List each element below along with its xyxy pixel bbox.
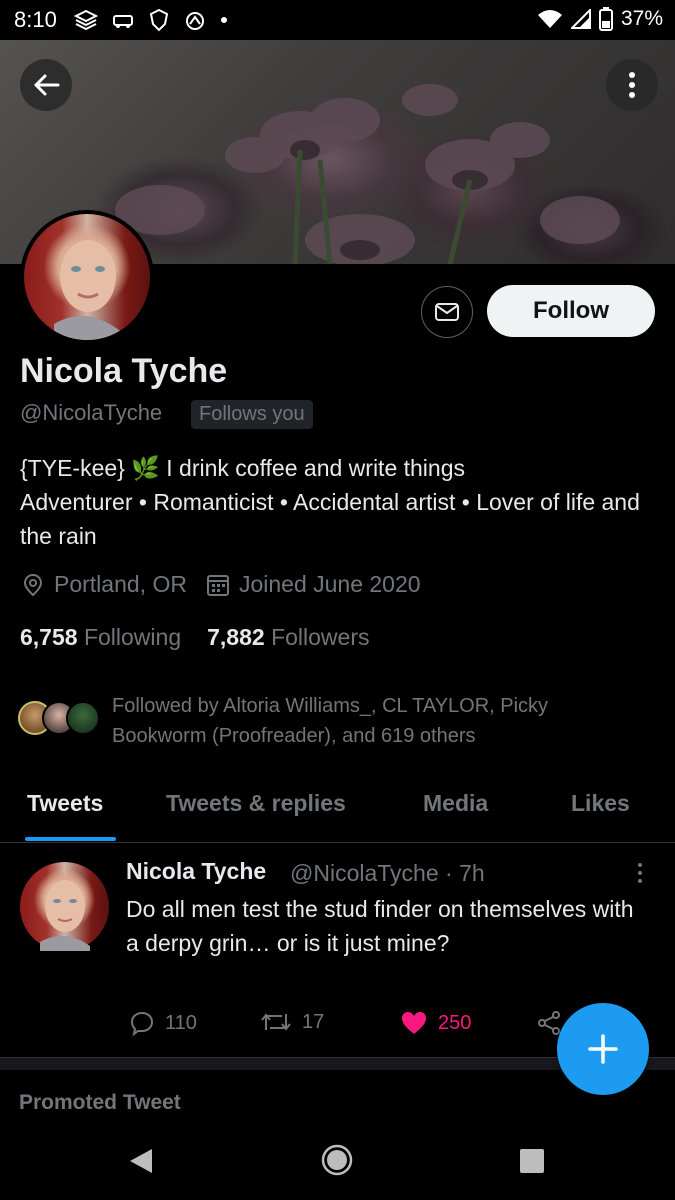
status-bar: 8:10 37% xyxy=(0,0,675,40)
location-text: Portland, OR xyxy=(54,571,187,597)
app-icon xyxy=(186,12,204,30)
tab-tweets-replies[interactable]: Tweets & replies xyxy=(166,790,346,817)
followed-by-avatars[interactable] xyxy=(18,701,102,741)
nav-back-icon[interactable] xyxy=(128,1147,154,1175)
signal-icon xyxy=(570,9,591,29)
car-icon xyxy=(113,15,133,28)
follow-button[interactable]: Follow xyxy=(487,285,655,337)
follows-you-badge: Follows you xyxy=(191,400,313,429)
followers-count: 7,882 xyxy=(207,624,265,650)
tweet-author-name: Nicola Tyche xyxy=(126,858,267,884)
tweet-text: Do all men test the stud finder on thems… xyxy=(126,896,634,956)
like-button[interactable]: 250 xyxy=(400,1010,471,1036)
bio-line-2: Adventurer • Romanticist • Accidental ar… xyxy=(20,489,640,549)
reply-icon xyxy=(130,1011,154,1036)
profile-avatar[interactable] xyxy=(20,210,154,344)
status-time: 8:10 xyxy=(14,7,57,32)
dot-icon xyxy=(221,17,227,23)
reply-button[interactable]: 110 xyxy=(129,1010,197,1036)
avatar-face xyxy=(40,880,90,951)
message-button[interactable] xyxy=(421,286,473,338)
profile-meta: Portland, OR Joined June 2020 xyxy=(20,571,421,598)
back-button[interactable] xyxy=(20,59,72,111)
follower-avatar xyxy=(66,701,100,735)
bio-line-1: {TYE-kee} 🌿 I drink coffee and write thi… xyxy=(20,455,465,481)
followed-by-text[interactable]: Followed by Altoria Williams_, CL TAYLOR… xyxy=(112,691,642,751)
avatar-face xyxy=(54,240,124,340)
battery-percent: 37% xyxy=(620,7,663,30)
following-stat[interactable]: 6,758 Following xyxy=(20,624,181,651)
wifi-icon xyxy=(537,10,562,28)
followers-label: Followers xyxy=(271,624,370,650)
retweet-button[interactable]: 17 xyxy=(260,1010,324,1034)
compose-tweet-button[interactable] xyxy=(557,1003,649,1095)
following-count: 6,758 xyxy=(20,624,78,650)
followers-stat[interactable]: 7,882 Followers xyxy=(207,624,369,651)
calendar-icon xyxy=(206,574,229,596)
profile-handle: @NicolaTyche xyxy=(20,400,163,425)
profile-tabs: Tweets Tweets & replies Media Likes xyxy=(0,780,675,843)
battery-icon xyxy=(598,7,613,31)
more-options-button[interactable] xyxy=(606,59,658,111)
active-tab-indicator xyxy=(25,837,116,841)
reply-count: 110 xyxy=(165,1011,197,1034)
share-icon xyxy=(538,1011,560,1035)
profile-name: Nicola Tyche xyxy=(20,352,228,390)
tweet-more-button[interactable] xyxy=(636,862,644,889)
profile-bio: {TYE-kee} 🌿 I drink coffee and write thi… xyxy=(20,451,660,553)
follow-stats: 6,758 Following 7,882 Followers xyxy=(20,624,369,651)
system-status: 37% xyxy=(537,7,663,31)
tab-tweets[interactable]: Tweets xyxy=(27,790,103,817)
shield-icon xyxy=(149,8,169,32)
mail-icon xyxy=(435,303,459,321)
following-label: Following xyxy=(83,624,182,650)
nav-home-icon[interactable] xyxy=(321,1144,353,1176)
retweet-icon xyxy=(261,1013,291,1031)
more-vertical-icon xyxy=(638,863,642,883)
notification-icons xyxy=(74,8,228,32)
share-button[interactable] xyxy=(536,1010,562,1036)
plus-icon xyxy=(588,1034,618,1064)
more-vertical-icon xyxy=(629,72,635,98)
back-arrow-icon xyxy=(34,74,60,96)
tweet-avatar[interactable] xyxy=(20,862,109,951)
tab-likes[interactable]: Likes xyxy=(571,790,630,817)
tab-media[interactable]: Media xyxy=(423,790,488,817)
system-nav-bar xyxy=(0,1122,675,1200)
retweet-count: 17 xyxy=(302,1010,325,1033)
like-count: 250 xyxy=(438,1011,472,1034)
location-pin-icon xyxy=(23,573,43,596)
layers-icon xyxy=(74,9,98,31)
tweet-handle-time: @NicolaTyche · 7h xyxy=(290,860,485,886)
joined-text: Joined June 2020 xyxy=(238,571,421,597)
promoted-tweet-label: Promoted Tweet xyxy=(19,1091,181,1114)
nav-recents-icon[interactable] xyxy=(519,1148,545,1174)
heart-icon xyxy=(402,1012,426,1034)
